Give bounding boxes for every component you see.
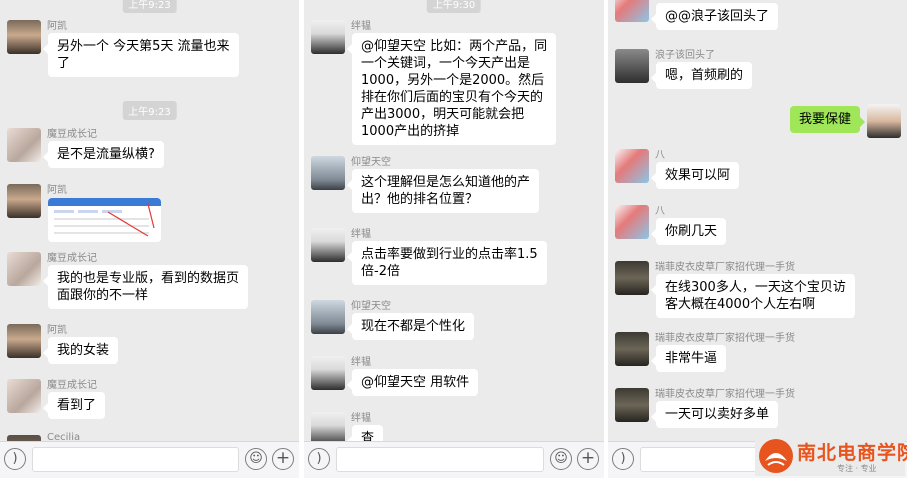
image-thumbnail[interactable]: [48, 198, 161, 242]
sender-name: 瑞菲皮衣皮草厂家招代理一手货: [655, 333, 795, 344]
plus-icon[interactable]: +: [272, 448, 294, 470]
voice-icon[interactable]: ): [308, 448, 330, 470]
avatar[interactable]: [615, 0, 649, 22]
chat-message: @@浪子该回头了: [615, 0, 901, 34]
chat-message: 魔豆成长记 我的也是专业版，看到的数据页 面跟你的不一样: [7, 252, 293, 314]
avatar[interactable]: [615, 149, 649, 183]
message-input[interactable]: [32, 447, 239, 472]
sender-name: 阿凯: [47, 325, 67, 336]
avatar[interactable]: [615, 332, 649, 366]
chat-message: 仰望天空 这个理解但是怎么知道他的产 出？他的排名位置？: [311, 156, 598, 218]
sender-name: 绊韫: [351, 21, 371, 32]
message-bubble[interactable]: 嗯，首频刷的: [650, 62, 753, 89]
timestamp: 上午9:23: [122, 0, 177, 13]
message-bubble[interactable]: 效果可以阿: [650, 162, 740, 189]
chat-panel-3: @@浪子该回头了 浪子该回头了 嗯，首频刷的 我要保健 八 效果可以阿 八 你刷…: [608, 0, 907, 478]
message-bubble[interactable]: 现在不都是个性化: [346, 313, 475, 340]
timestamp: 上午9:30: [426, 0, 482, 13]
chat-message: 瑞菲皮衣皮草厂家招代理一手货 非常牛逼: [615, 332, 901, 377]
avatar[interactable]: [615, 261, 649, 295]
chat-panel-2: 上午9:30 绊韫 @仰望天空 比如：两个产品，同 一个关键词，一个今天产出是 …: [304, 0, 604, 478]
message-bubble[interactable]: 是不是流量纵横?: [43, 141, 164, 168]
sender-name: 仰望天空: [351, 301, 391, 312]
avatar[interactable]: [311, 300, 345, 334]
plus-icon[interactable]: +: [577, 448, 599, 470]
avatar[interactable]: [7, 252, 41, 286]
voice-icon[interactable]: ): [612, 448, 634, 470]
chat-message: 阿凯 另外一个 今天第5天 流量也来 了: [7, 20, 293, 80]
message-bubble[interactable]: 点击率要做到行业的点击率1.5 倍-2倍: [347, 241, 547, 285]
avatar[interactable]: [615, 205, 649, 239]
message-bubble[interactable]: 我的女装: [42, 337, 119, 364]
emoji-icon[interactable]: ☺: [550, 448, 572, 470]
message-bubble[interactable]: 这个理解但是怎么知道他的产 出？他的排名位置？: [346, 169, 540, 213]
sender-name: 八: [655, 206, 665, 217]
watermark-logo: 南北电商学院 专注 · 专业: [755, 436, 907, 476]
message-bubble[interactable]: @仰望天空 比如：两个产品，同 一个关键词，一个今天产出是 1000，另外一个是…: [346, 33, 557, 145]
sender-name: 绊韫: [351, 357, 371, 368]
chat-message: 魔豆成长记 是不是流量纵横?: [7, 128, 293, 173]
chat-input-bar: ) ☺ +: [304, 441, 604, 478]
message-bubble[interactable]: 我的也是专业版，看到的数据页 面跟你的不一样: [42, 265, 249, 309]
sender-name: 阿凯: [47, 21, 67, 32]
chat-message: 魔豆成长记 看到了: [7, 379, 293, 424]
sender-name: 仰望天空: [351, 157, 391, 168]
sender-name: 绊韫: [351, 413, 371, 424]
sender-name: 浪子该回头了: [655, 50, 715, 61]
chat-message: 瑞菲皮衣皮草厂家招代理一手货 在线300多人，一天这个宝贝访 客大概在4000个…: [615, 261, 901, 321]
chat-message: 八 效果可以阿: [615, 149, 901, 194]
message-bubble[interactable]: 你刷几天: [650, 218, 727, 245]
message-bubble[interactable]: 另外一个 今天第5天 流量也来 了: [43, 33, 239, 77]
avatar[interactable]: [311, 156, 345, 190]
chat-message: 阿凯 我的女装: [7, 324, 293, 369]
chat-input-bar: ) ☺ +: [0, 441, 299, 478]
avatar[interactable]: [311, 20, 345, 54]
chat-message-self: 我要保健: [615, 104, 901, 138]
avatar[interactable]: [867, 104, 901, 138]
chat-message: 阿凯: [7, 184, 293, 242]
avatar[interactable]: [7, 379, 41, 413]
sender-name: 绊韫: [351, 229, 371, 240]
chat-message: 八 你刷几天: [615, 205, 901, 250]
chat-message: 仰望天空 现在不都是个性化: [311, 300, 598, 345]
message-bubble[interactable]: 我要保健: [789, 106, 866, 133]
avatar[interactable]: [7, 20, 41, 54]
chat-message: 绊韫 @仰望天空 比如：两个产品，同 一个关键词，一个今天产出是 1000，另外…: [311, 20, 598, 145]
chat-message: 绊韫 查: [311, 412, 598, 452]
avatar[interactable]: [7, 128, 41, 162]
sender-name: 魔豆成长记: [47, 129, 97, 140]
sender-name: 魔豆成长记: [47, 253, 97, 264]
screenshot-collage: 上午9:23 阿凯 另外一个 今天第5天 流量也来 了 上午9:23 魔豆成长记…: [0, 0, 907, 478]
voice-icon[interactable]: ): [4, 448, 26, 470]
sender-name: 瑞菲皮衣皮草厂家招代理一手货: [655, 389, 795, 400]
sender-name: 魔豆成长记: [47, 380, 97, 391]
chat-message: 绊韫 @仰望天空 用软件: [311, 356, 598, 401]
logo-emblem-icon: [759, 439, 793, 473]
chat-message: 瑞菲皮衣皮草厂家招代理一手货 一天可以卖好多单: [615, 388, 901, 433]
message-bubble[interactable]: 在线300多人，一天这个宝贝访 客大概在4000个人左右啊: [651, 274, 855, 318]
message-bubble[interactable]: 非常牛逼: [650, 345, 727, 372]
chat-message: 浪子该回头了 嗯，首频刷的: [615, 49, 901, 94]
sender-name: 阿凯: [47, 185, 67, 196]
emoji-icon[interactable]: ☺: [245, 448, 267, 470]
message-bubble[interactable]: 一天可以卖好多单: [650, 401, 779, 428]
chat-panel-1: 上午9:23 阿凯 另外一个 今天第5天 流量也来 了 上午9:23 魔豆成长记…: [0, 0, 299, 478]
chat-message: 绊韫 点击率要做到行业的点击率1.5 倍-2倍: [311, 228, 598, 290]
timestamp: 上午9:23: [122, 101, 177, 120]
message-bubble[interactable]: @@浪子该回头了: [650, 3, 779, 30]
sender-name: 瑞菲皮衣皮草厂家招代理一手货: [655, 262, 795, 273]
watermark-slogan: 专注 · 专业: [837, 464, 877, 473]
avatar[interactable]: [7, 324, 41, 358]
avatar[interactable]: [615, 49, 649, 83]
avatar[interactable]: [7, 184, 41, 218]
message-input[interactable]: [336, 447, 544, 472]
avatar[interactable]: [311, 356, 345, 390]
avatar[interactable]: [615, 388, 649, 422]
sender-name: 八: [655, 150, 665, 161]
message-bubble[interactable]: 看到了: [42, 392, 106, 419]
message-bubble[interactable]: @仰望天空 用软件: [346, 369, 479, 396]
watermark-title: 南北电商学院: [797, 442, 907, 464]
avatar[interactable]: [311, 228, 345, 262]
